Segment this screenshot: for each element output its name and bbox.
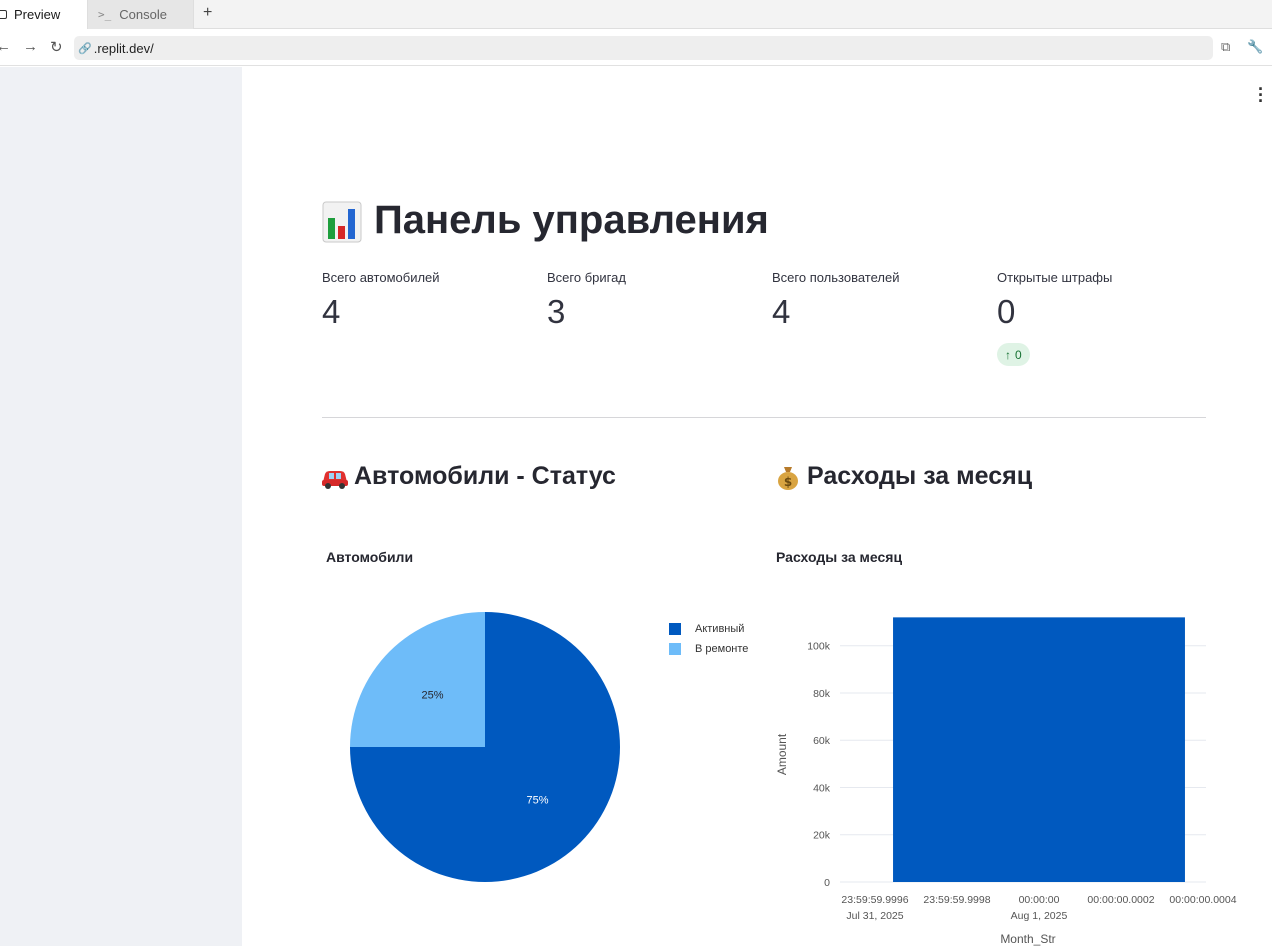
tab-label: Preview	[14, 7, 61, 22]
tab-preview[interactable]: Preview	[0, 0, 88, 29]
legend-swatch	[669, 623, 681, 635]
metric-label: Всего автомобилей	[322, 270, 440, 285]
legend-label: В ремонте	[695, 643, 749, 655]
x-tick-label: 23:59:59.9998	[923, 894, 990, 906]
metric-value: 0	[997, 293, 1016, 330]
metric-value: 3	[547, 293, 566, 330]
page-title-text: Панель управления	[374, 198, 769, 242]
y-tick-label: 20k	[813, 830, 831, 842]
url-text: .replit.dev/	[93, 40, 154, 56]
pie-slice-label: 75%	[526, 795, 548, 807]
sidebar	[0, 67, 242, 946]
main-menu-icon[interactable]: · · ·	[1258, 80, 1264, 110]
x-tick-label: 00:00:00.0002	[1087, 894, 1154, 906]
pie-chart: 75% 25%	[350, 612, 620, 882]
delta-value: 0	[1015, 347, 1022, 362]
legend-item[interactable]: В ремонте	[669, 639, 748, 659]
section-heading-cars: Автомобили - Статус	[320, 462, 616, 491]
x-tick-label: 23:59:59.9996	[841, 894, 908, 906]
tab-console[interactable]: >_ Console	[88, 0, 194, 29]
legend-swatch	[669, 643, 681, 655]
y-tick-label: 80k	[813, 688, 831, 700]
forward-icon[interactable]: →	[23, 38, 38, 55]
x-tick-label: 00:00:00	[1019, 894, 1060, 906]
url-field[interactable]: 🔗 .replit.dev/	[74, 36, 1213, 60]
metric-open-fines: Открытые штрафы 0	[997, 270, 1212, 331]
y-tick-label: 0	[824, 877, 830, 889]
car-icon	[322, 470, 348, 489]
y-axis-title: Amount	[775, 733, 789, 775]
preview-icon	[0, 10, 7, 19]
y-tick-label: 40k	[813, 782, 831, 794]
pie-legend: Активный В ремонте	[669, 619, 748, 659]
metric-label: Всего бригад	[547, 270, 626, 285]
section-heading-text: Расходы за месяц	[807, 462, 1033, 490]
y-tick-label: 100k	[807, 641, 831, 653]
metric-delta-badge: ↑ 0	[997, 343, 1030, 366]
x-tick-sublabel: Aug 1, 2025	[1011, 910, 1068, 922]
pie-chart-title: Автомобили	[326, 549, 414, 565]
devices-icon[interactable]: ⧉	[1221, 39, 1230, 55]
back-icon[interactable]: ←	[0, 38, 11, 55]
address-bar: ← → ↻ 🔗 .replit.dev/ ⧉ 🔧	[0, 30, 1272, 66]
svg-text:$: $	[784, 475, 792, 489]
browser-tab-bar: Preview >_ Console +	[0, 0, 1272, 29]
wrench-icon[interactable]: 🔧	[1247, 39, 1263, 55]
metric-label: Открытые штрафы	[997, 270, 1113, 285]
x-axis-title: Month_Str	[1000, 932, 1055, 946]
terminal-icon: >_	[98, 8, 112, 21]
y-tick-label: 60k	[813, 735, 831, 747]
pie-slice[interactable]	[350, 612, 485, 747]
metric-total-users: Всего пользователей 4	[772, 270, 987, 331]
metric-value: 4	[772, 293, 791, 330]
reload-icon[interactable]: ↻	[50, 38, 63, 56]
legend-label: Активный	[695, 623, 745, 635]
page-title: Панель управления	[322, 198, 769, 243]
x-tick-label: 00:00:00.0004	[1169, 894, 1236, 906]
metric-total-brigades: Всего бригад 3	[547, 270, 762, 331]
bar-chart: 0 20k 40k 60k 80k 100k 23:59:59.9996 Jul 31, 20…	[775, 617, 1237, 946]
money-bag-icon: $	[778, 466, 798, 490]
bar-chart-icon	[322, 201, 362, 242]
metric-value: 4	[322, 293, 341, 330]
arrow-up-icon: ↑	[1005, 347, 1011, 362]
new-tab-button[interactable]: +	[203, 4, 212, 22]
metric-total-cars: Всего автомобилей 4	[322, 270, 537, 331]
legend-item[interactable]: Активный	[669, 619, 748, 639]
pie-slice-label: 25%	[421, 689, 443, 701]
x-tick-sublabel: Jul 31, 2025	[846, 910, 903, 922]
metric-label: Всего пользователей	[772, 270, 900, 285]
bar-chart-title: Расходы за месяц	[776, 549, 903, 565]
section-heading-expenses: $ Расходы за месяц	[773, 462, 1032, 491]
bar[interactable]	[893, 617, 1185, 882]
divider	[322, 417, 1206, 418]
tab-label: Console	[119, 7, 167, 22]
link-icon: 🔗	[78, 42, 92, 55]
section-heading-text: Автомобили - Статус	[354, 462, 616, 490]
